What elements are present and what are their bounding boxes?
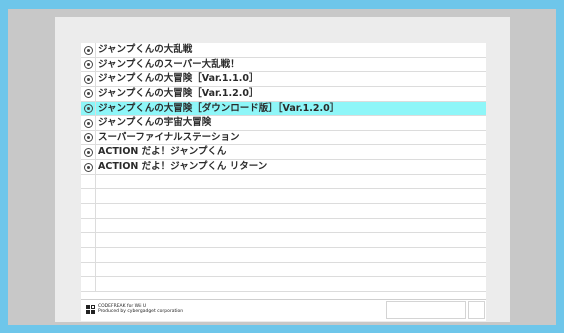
row-gutter — [81, 57, 96, 72]
list-item[interactable]: ACTION だよ！ジャンプくん リターン — [81, 160, 486, 175]
list-item[interactable]: ジャンプくんの大乱戦 — [81, 43, 486, 58]
list-item[interactable]: ジャンプくんの大冒険［Var.1.1.0］ — [81, 72, 486, 87]
row-gutter — [81, 101, 96, 116]
list-item[interactable]: ジャンプくんの宇宙大冒険 — [81, 116, 486, 131]
row-gutter — [81, 145, 96, 160]
row-gutter — [81, 72, 96, 86]
row-gutter — [81, 160, 96, 174]
list-item-label: スーパーファイナルステーション — [98, 131, 240, 143]
footer: CODEFREAK for Wii U Produced by cybergad… — [81, 299, 486, 321]
row-gutter — [81, 218, 96, 233]
row-gutter — [81, 233, 96, 247]
row-gutter — [81, 277, 96, 291]
empty-row — [81, 218, 486, 234]
footer-credit: Produced by cybergadget corporation — [98, 309, 184, 314]
row-gutter — [81, 43, 96, 57]
row-gutter — [81, 189, 96, 204]
list-item-label: ジャンプくんのスーパー大乱戦！ — [98, 58, 240, 70]
empty-row — [81, 247, 486, 263]
empty-row — [81, 277, 486, 292]
list-item[interactable]: ジャンプくんの大冒険［Var.1.2.0］ — [81, 86, 486, 102]
empty-row — [81, 204, 486, 219]
radio-icon[interactable] — [83, 147, 93, 157]
row-gutter — [81, 130, 96, 145]
list-item-label: ジャンプくんの大乱戦 — [98, 44, 193, 55]
list-item[interactable]: ジャンプくんのスーパー大乱戦！ — [81, 57, 486, 73]
radio-icon[interactable] — [83, 45, 93, 55]
radio-icon[interactable] — [83, 60, 93, 70]
radio-icon[interactable] — [83, 89, 93, 99]
main-panel: ジャンプくんの大乱戦ジャンプくんのスーパー大乱戦！ ジャンプくんの大冒険［Var.… — [55, 17, 510, 322]
row-gutter — [81, 86, 96, 101]
empty-row — [81, 262, 486, 278]
list-item-label: ACTION だよ！ジャンプくん — [98, 146, 227, 158]
list-sheet: ジャンプくんの大乱戦ジャンプくんのスーパー大乱戦！ ジャンプくんの大冒険［Var.… — [81, 43, 486, 321]
empty-row — [81, 189, 486, 205]
radio-icon[interactable] — [83, 133, 93, 143]
row-gutter — [81, 204, 96, 218]
list-item-label: ジャンプくんの宇宙大冒険 — [98, 117, 212, 129]
row-gutter — [81, 116, 96, 130]
list-item-label: ACTION だよ！ジャンプくん リターン — [98, 161, 268, 173]
list-item-label: ジャンプくんの大冒険［ダウンロード版］［Var.1.2.0］ — [98, 102, 340, 114]
row-gutter — [81, 174, 96, 189]
row-gutter — [81, 262, 96, 277]
game-list: ジャンプくんの大乱戦ジャンプくんのスーパー大乱戦！ ジャンプくんの大冒険［Var.… — [81, 43, 486, 292]
row-gutter — [81, 247, 96, 262]
list-item-label: ジャンプくんの大冒険［Var.1.1.0］ — [98, 73, 259, 85]
list-item[interactable]: ACTION だよ！ジャンプくん — [81, 145, 486, 161]
outer-frame: ジャンプくんの大乱戦ジャンプくんのスーパー大乱戦！ ジャンプくんの大冒険［Var.… — [8, 9, 556, 325]
radio-icon[interactable] — [83, 118, 93, 128]
empty-row — [81, 174, 486, 190]
empty-row — [81, 233, 486, 248]
footer-status-box — [386, 301, 466, 319]
cybergadget-logo-icon — [86, 305, 96, 315]
list-item[interactable]: スーパーファイナルステーション — [81, 130, 486, 146]
radio-icon[interactable] — [83, 162, 93, 172]
list-item-selected[interactable]: ジャンプくんの大冒険［ダウンロード版］［Var.1.2.0］ — [81, 101, 486, 117]
radio-icon[interactable] — [83, 74, 93, 84]
radio-icon[interactable] — [83, 104, 93, 114]
list-item-label: ジャンプくんの大冒険［Var.1.2.0］ — [98, 87, 259, 99]
footer-small-box — [468, 301, 485, 319]
